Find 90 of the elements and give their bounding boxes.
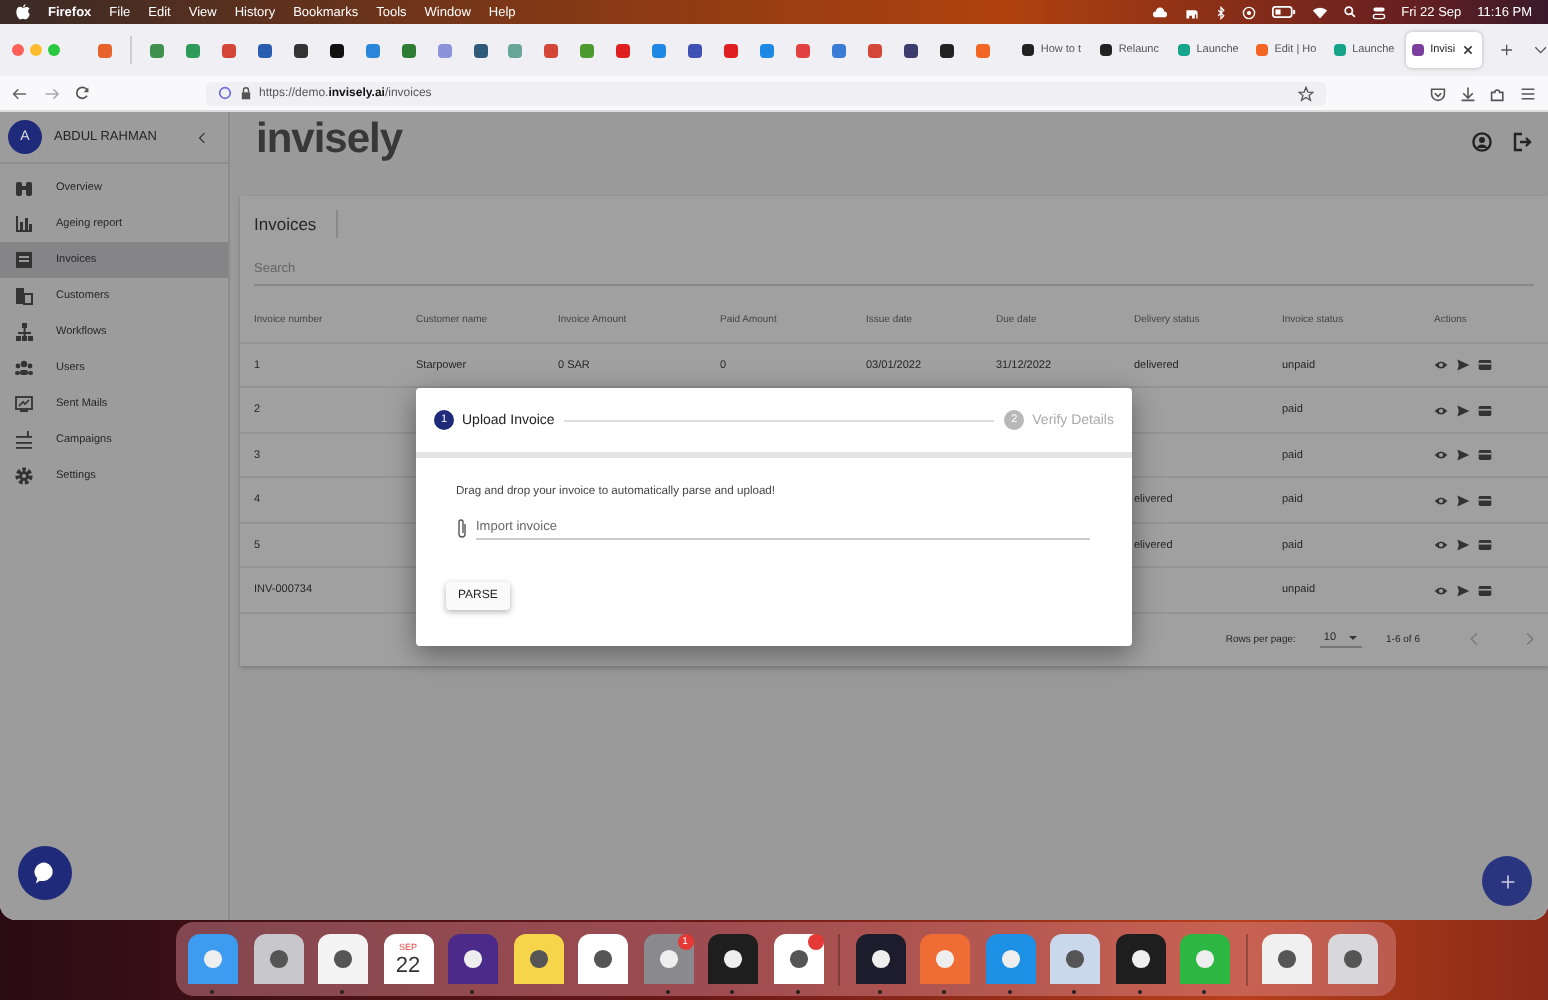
dock-app[interactable] — [855, 934, 905, 996]
chevron-down-icon[interactable] — [1534, 44, 1548, 56]
eye-icon[interactable] — [1434, 493, 1448, 508]
document-icon — [14, 250, 34, 270]
battery-icon[interactable] — [1271, 6, 1296, 18]
lock-icon — [239, 86, 252, 100]
bar-chart-icon — [14, 214, 34, 234]
card-icon[interactable] — [1478, 358, 1492, 373]
app-glyph-icon — [265, 946, 291, 972]
sliders-icon — [14, 430, 34, 450]
pocket-icon[interactable] — [1429, 85, 1446, 101]
eye-icon[interactable] — [1434, 583, 1448, 598]
send-icon[interactable] — [1456, 448, 1470, 463]
card-title: Invoices — [254, 209, 339, 238]
puzzle-icon[interactable] — [1489, 85, 1506, 101]
app-glyph-icon — [1274, 946, 1300, 972]
close-window-button[interactable] — [12, 44, 24, 56]
collapse-icon[interactable] — [196, 131, 208, 143]
dock-app[interactable] — [1115, 934, 1165, 996]
shield-icon — [217, 86, 232, 100]
eye-icon[interactable] — [1434, 538, 1448, 553]
add-button[interactable] — [1482, 856, 1532, 906]
pinned-tab-icon[interactable] — [940, 43, 955, 57]
reload-icon[interactable] — [75, 86, 90, 100]
people-icon — [14, 358, 34, 378]
app-glyph-icon — [1192, 946, 1218, 972]
eye-icon[interactable] — [1434, 448, 1448, 463]
elephant-icon[interactable] — [1183, 5, 1200, 19]
apple-logo-icon[interactable] — [16, 4, 30, 20]
card-icon[interactable] — [1478, 403, 1492, 418]
send-icon[interactable] — [1456, 358, 1470, 373]
dock-app[interactable] — [773, 934, 823, 996]
app-glyph-icon — [1062, 946, 1088, 972]
hierarchy-icon — [14, 322, 34, 342]
dock-app[interactable] — [708, 934, 758, 996]
dock-app[interactable] — [188, 934, 238, 996]
eye-icon[interactable] — [1434, 403, 1448, 418]
logo: invisely — [256, 116, 403, 164]
calendar-day: 22 — [395, 953, 421, 977]
send-icon[interactable] — [1456, 403, 1470, 418]
chat-bubble-icon — [32, 860, 58, 886]
bluetooth-icon[interactable] — [1215, 5, 1226, 19]
card-icon[interactable] — [1478, 538, 1492, 553]
app-glyph-icon — [330, 946, 356, 972]
target-icon[interactable] — [1241, 5, 1256, 19]
app-glyph-icon — [655, 946, 681, 972]
plus-icon — [1499, 873, 1515, 889]
pinned-tab-icon[interactable] — [904, 43, 919, 57]
account-icon[interactable] — [1472, 132, 1492, 152]
dock-app[interactable] — [318, 934, 368, 996]
dock-app[interactable] — [448, 934, 498, 996]
paperclip-icon[interactable] — [456, 518, 468, 538]
pinned-tab-icon[interactable] — [293, 43, 308, 57]
app-glyph-icon — [1127, 946, 1153, 972]
card-icon[interactable] — [1478, 493, 1492, 508]
app-glyph-icon — [867, 946, 893, 972]
app-glyph-icon — [200, 946, 226, 972]
caret-icon — [1348, 634, 1359, 643]
menu-icon[interactable] — [1519, 85, 1536, 101]
app-glyph-icon — [525, 946, 551, 972]
binoculars-icon — [14, 178, 34, 198]
pinned-tab-icon[interactable] — [329, 43, 344, 57]
cloud-icon[interactable] — [1151, 5, 1168, 19]
star-icon[interactable] — [1297, 85, 1314, 101]
app-glyph-icon — [785, 946, 811, 972]
send-icon[interactable] — [1456, 493, 1470, 508]
close-icon[interactable] — [1461, 44, 1474, 56]
app-glyph-icon — [460, 946, 486, 972]
logout-icon[interactable] — [1512, 132, 1532, 152]
back-icon[interactable] — [12, 85, 28, 101]
send-icon[interactable] — [1456, 583, 1470, 598]
pinned-tab-icon[interactable] — [688, 43, 703, 57]
app-glyph-icon — [932, 946, 958, 972]
eye-icon[interactable] — [1434, 358, 1448, 373]
control-center-icon[interactable] — [1371, 5, 1386, 19]
download-icon[interactable] — [1459, 85, 1476, 101]
search-icon[interactable] — [1343, 6, 1356, 18]
card-icon[interactable] — [1478, 448, 1492, 463]
gear-icon — [14, 466, 34, 486]
app-glyph-icon — [997, 946, 1023, 972]
app-glyph-icon — [1339, 946, 1365, 972]
app-glyph-icon — [590, 946, 616, 972]
chart-frame-icon — [14, 394, 34, 414]
new-tab-icon[interactable] — [1499, 42, 1513, 58]
building-icon — [14, 286, 34, 306]
pinned-tab-icon[interactable] — [473, 43, 487, 57]
app-glyph-icon — [720, 946, 746, 972]
card-icon[interactable] — [1478, 583, 1492, 598]
send-icon[interactable] — [1456, 538, 1470, 553]
wifi-icon[interactable] — [1311, 5, 1328, 19]
